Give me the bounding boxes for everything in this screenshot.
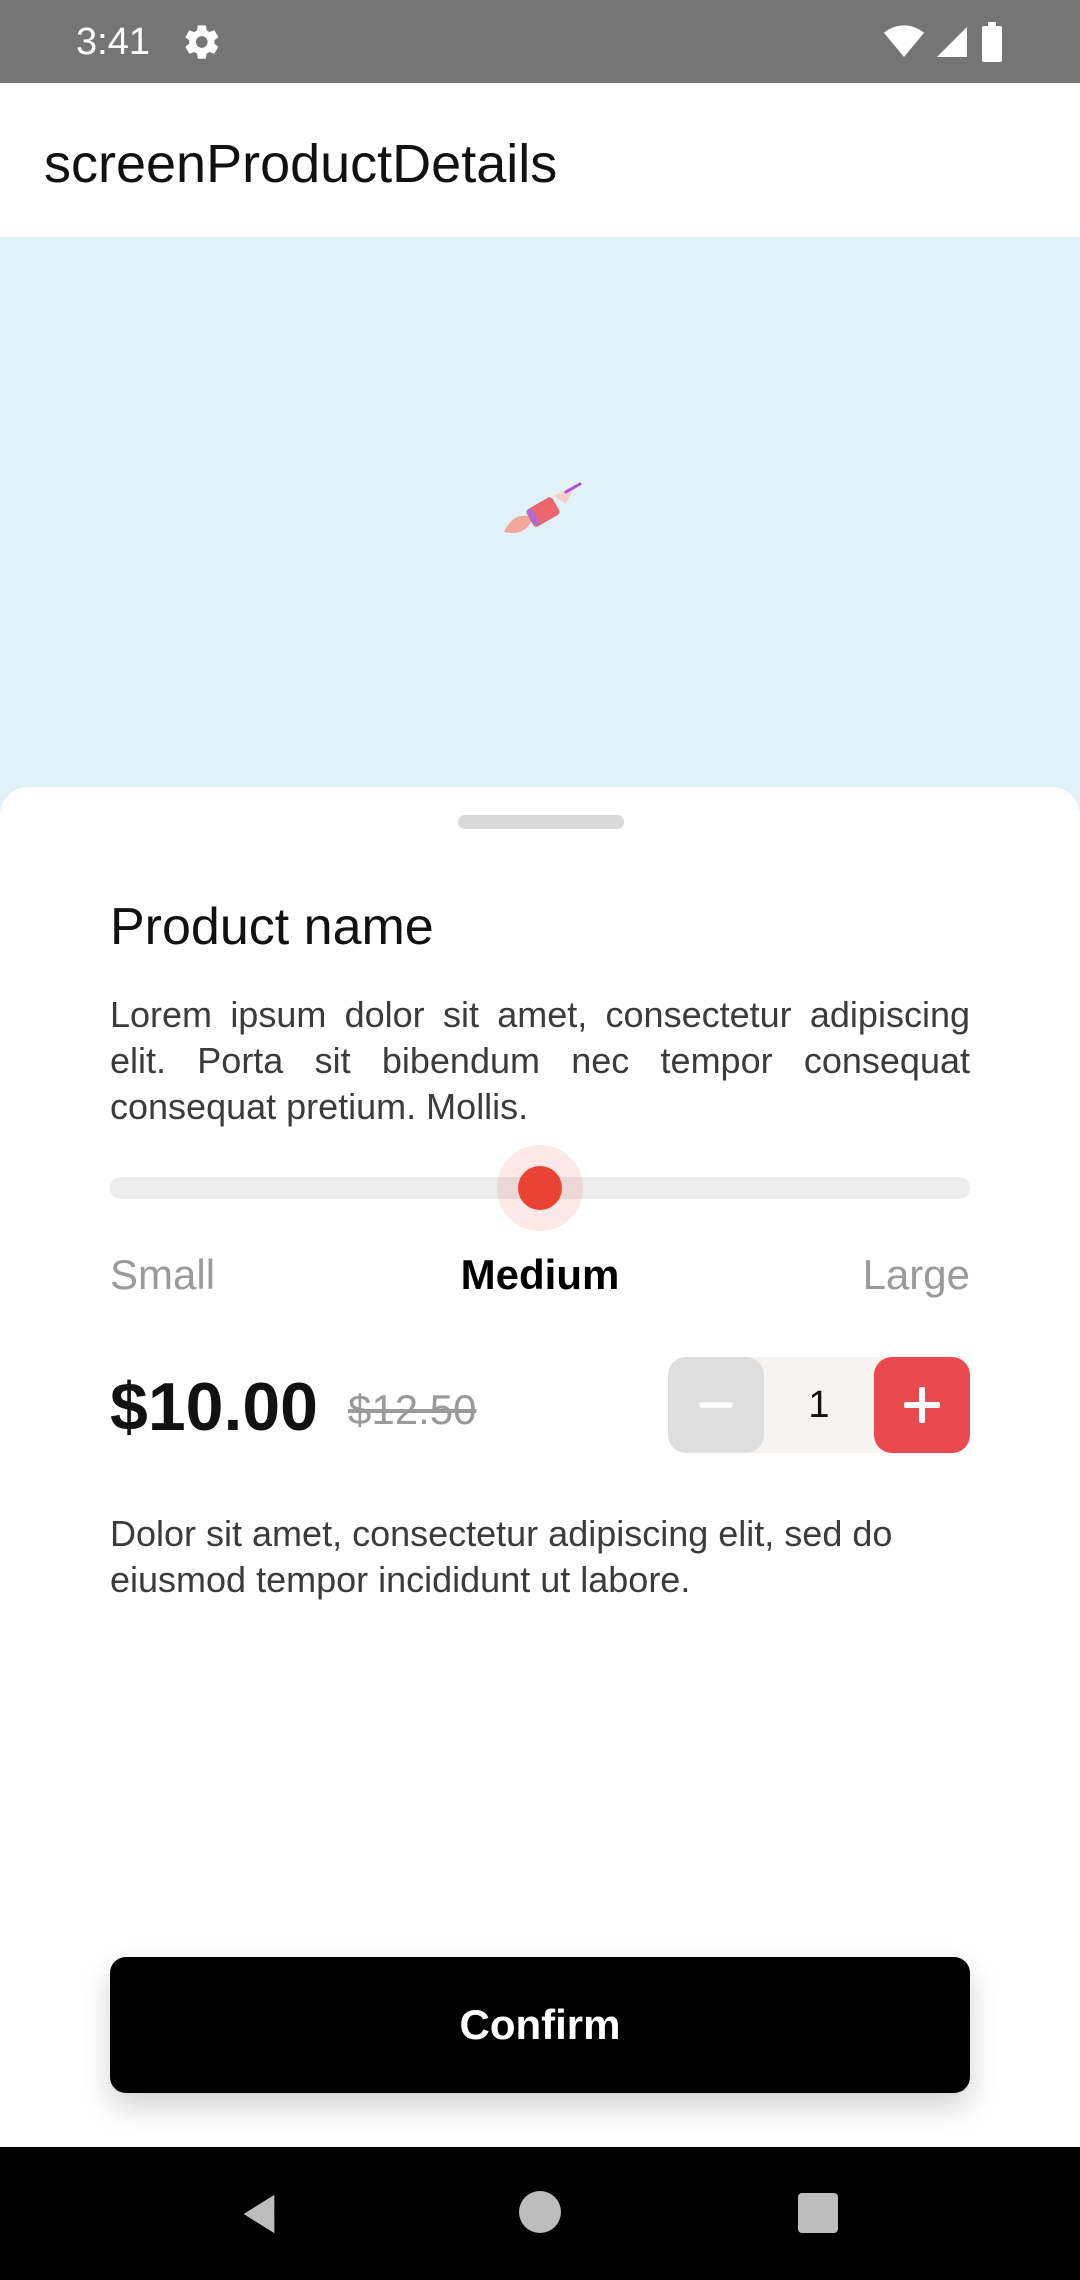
price-current: $10.00 — [110, 1369, 318, 1445]
home-icon[interactable] — [519, 2191, 561, 2233]
page-title: screenProductDetails — [44, 134, 558, 194]
recents-icon[interactable] — [798, 2193, 838, 2233]
plus-icon — [904, 1387, 940, 1423]
drag-handle[interactable] — [458, 815, 624, 829]
price-original: $12.50 — [348, 1386, 477, 1433]
decrease-quantity-button[interactable] — [668, 1357, 764, 1453]
product-image-area — [0, 237, 1080, 837]
quantity-stepper: 1 — [668, 1357, 970, 1453]
system-nav-bar — [0, 2147, 1080, 2280]
product-sheet: Product name Lorem ipsum dolor sit amet,… — [0, 787, 1080, 2147]
signal-icon — [937, 27, 967, 57]
minus-icon — [699, 1402, 733, 1408]
brush-icon — [504, 482, 582, 534]
size-option-medium[interactable]: Medium — [460, 1250, 620, 1300]
battery-icon — [982, 22, 1002, 62]
status-icons — [884, 22, 1004, 62]
product-description: Lorem ipsum dolor sit amet, consectetur … — [110, 994, 970, 1127]
app-bar: screenProductDetails — [0, 83, 1080, 237]
status-bar: 3:41 — [0, 0, 1080, 83]
back-icon[interactable] — [236, 2191, 282, 2237]
product-name: Product name — [110, 898, 434, 956]
size-option-small[interactable]: Small — [110, 1250, 215, 1300]
product-note: Dolor sit amet, consectetur adipiscing e… — [110, 1513, 893, 1600]
increase-quantity-button[interactable] — [874, 1357, 970, 1453]
size-slider-thumb[interactable] — [518, 1166, 562, 1210]
size-option-large[interactable]: Large — [863, 1250, 970, 1300]
status-time: 3:41 — [76, 21, 150, 63]
confirm-button[interactable]: Confirm — [110, 1957, 970, 2093]
settings-icon — [185, 25, 219, 59]
wifi-icon — [884, 25, 924, 57]
quantity-value: 1 — [808, 1384, 830, 1426]
